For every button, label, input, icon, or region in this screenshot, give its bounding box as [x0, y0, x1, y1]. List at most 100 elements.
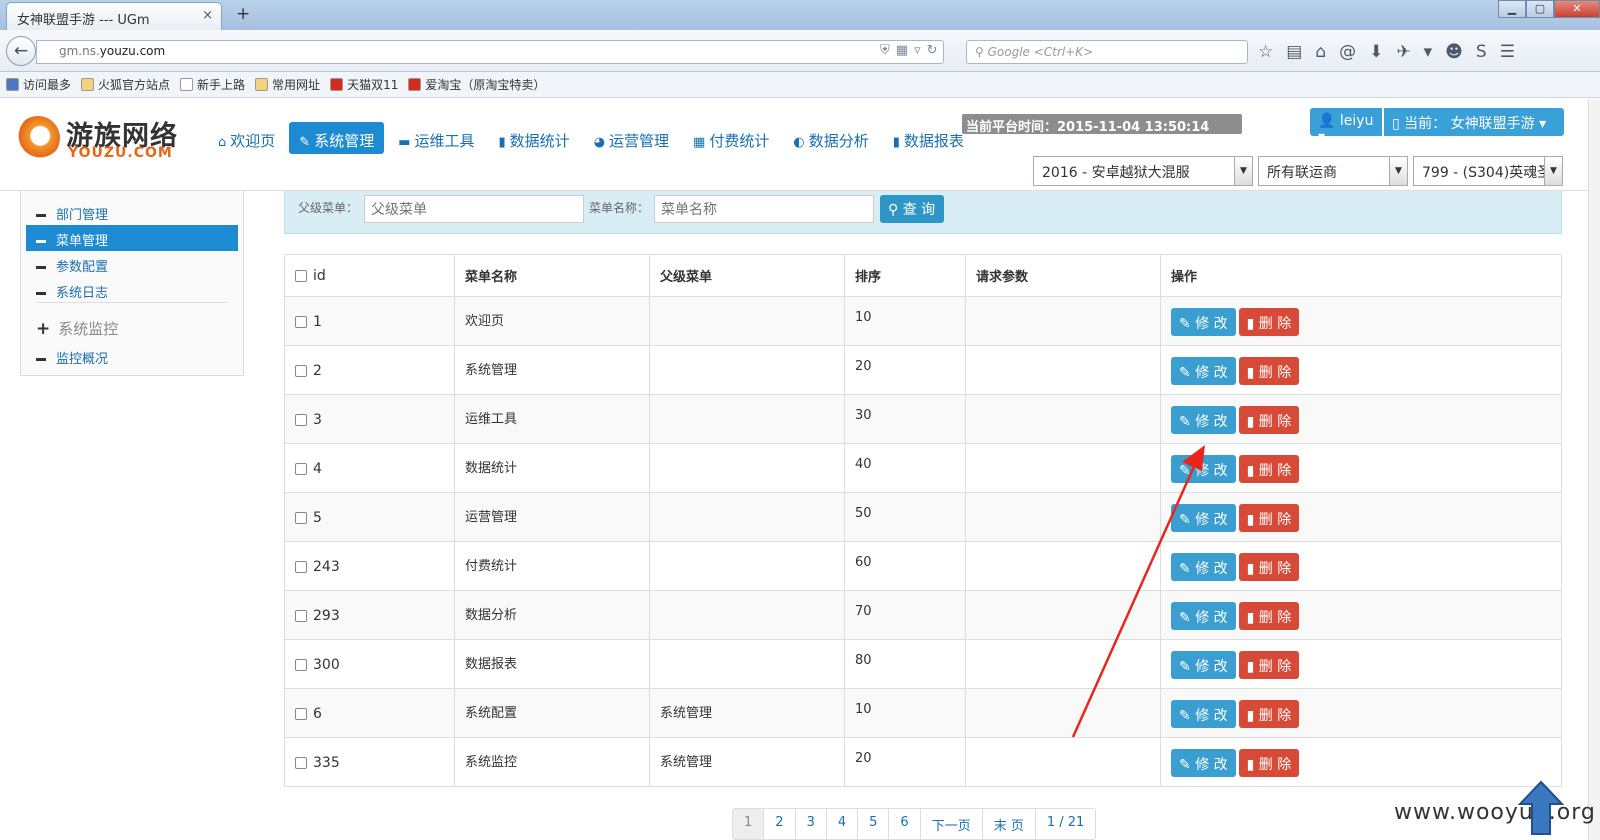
dropdown-icon[interactable]: ▾ — [1424, 42, 1433, 62]
sidebar-item-department[interactable]: 部门管理 — [26, 199, 238, 225]
row-checkbox[interactable] — [295, 463, 307, 475]
delete-button[interactable]: ▮ 删 除 — [1238, 749, 1300, 777]
nav-tab[interactable]: ▮ 数据统计 — [489, 122, 580, 154]
sidebar-item-monitor-overview[interactable]: 监控概况 — [26, 343, 238, 369]
delete-button[interactable]: ▮ 删 除 — [1238, 308, 1300, 336]
youzu-logo[interactable]: 游族网络 YOUZU.COM — [16, 114, 186, 161]
edit-button[interactable]: ✎ 修 改 — [1171, 455, 1236, 483]
row-checkbox[interactable] — [295, 316, 307, 328]
reading-list-icon[interactable]: ▤ — [1286, 42, 1302, 62]
row-checkbox[interactable] — [295, 610, 307, 622]
edit-button[interactable]: ✎ 修 改 — [1171, 357, 1236, 385]
at-sign-icon[interactable]: @ — [1339, 42, 1356, 62]
sidebar-item-params[interactable]: 参数配置 — [26, 251, 238, 277]
sidebar-item-syslog[interactable]: 系统日志 — [26, 277, 238, 303]
cell-order: 10 — [844, 688, 966, 738]
bookmark-item[interactable]: 访问最多 — [6, 78, 71, 92]
operator-select[interactable]: 所有联运商 ▼ — [1258, 156, 1408, 186]
search-input[interactable]: ⚲ Google <Ctrl+K> — [966, 40, 1248, 64]
delete-button[interactable]: ▮ 删 除 — [1238, 553, 1300, 581]
page-link[interactable]: 2 — [764, 809, 796, 839]
nav-tab[interactable]: ◕ 运营管理 — [584, 122, 679, 154]
platform-select[interactable]: 2016 - 安卓越狱大混服 ▼ — [1033, 156, 1253, 186]
row-checkbox[interactable] — [295, 414, 307, 426]
bookmark-item[interactable]: 火狐官方站点 — [81, 78, 171, 92]
row-checkbox[interactable] — [295, 757, 307, 769]
user-menu-button[interactable]: 👤 leiyu ▾ — [1310, 108, 1382, 145]
bookmark-star-icon[interactable]: ☆ — [1258, 42, 1273, 62]
chat-icon[interactable]: ☻ — [1445, 42, 1463, 62]
edit-button[interactable]: ✎ 修 改 — [1171, 308, 1236, 336]
edit-button[interactable]: ✎ 修 改 — [1171, 651, 1236, 679]
nav-tab[interactable]: ▦ 付费统计 — [683, 122, 779, 154]
qr-code-icon[interactable]: ▦ — [896, 43, 914, 58]
page-link[interactable]: 1 / 21 — [1036, 809, 1095, 839]
sync-icon[interactable]: S — [1476, 42, 1487, 62]
bookmark-label: 火狐官方站点 — [98, 78, 171, 92]
bookmark-item[interactable]: 天猫双11 — [330, 78, 398, 92]
page-link[interactable]: 末 页 — [983, 809, 1036, 839]
row-checkbox[interactable] — [295, 708, 307, 720]
browser-tab[interactable]: 女神联盟手游 --- UGm × — [6, 2, 222, 30]
minimize-icon[interactable]: ▁ — [1498, 0, 1526, 18]
dropdown-icon[interactable]: ▿ — [914, 43, 927, 58]
edit-button[interactable]: ✎ 修 改 — [1171, 602, 1236, 630]
vertical-scrollbar[interactable] — [1588, 99, 1600, 840]
home-icon[interactable]: ⌂ — [1315, 42, 1326, 62]
row-checkbox[interactable] — [295, 365, 307, 377]
edit-button[interactable]: ✎ 修 改 — [1171, 406, 1236, 434]
parent-menu-input[interactable] — [364, 195, 584, 223]
row-checkbox[interactable] — [295, 659, 307, 671]
query-button[interactable]: ⚲ 查 询 — [880, 195, 944, 223]
sidebar-group-monitor[interactable]: + 系统监控 — [36, 318, 118, 339]
edit-button[interactable]: ✎ 修 改 — [1171, 553, 1236, 581]
page-link[interactable]: 6 — [889, 809, 921, 839]
page-link[interactable]: 3 — [796, 809, 827, 839]
reload-icon[interactable]: ↻ — [927, 43, 944, 58]
user-icon: 👤 — [1318, 113, 1336, 129]
delete-button[interactable]: ▮ 删 除 — [1238, 651, 1300, 679]
menu-name-input[interactable] — [654, 195, 874, 223]
bookmark-item[interactable]: 常用网址 — [255, 78, 320, 92]
addon-icon[interactable]: ✈ — [1396, 42, 1410, 62]
edit-button[interactable]: ✎ 修 改 — [1171, 700, 1236, 728]
row-checkbox[interactable] — [295, 561, 307, 573]
row-checkbox[interactable] — [295, 512, 307, 524]
nav-tab[interactable]: ▬ 运维工具 — [388, 122, 484, 154]
edit-icon: ✎ — [1179, 757, 1196, 773]
delete-button[interactable]: ▮ 删 除 — [1238, 700, 1300, 728]
window-close-icon[interactable]: ✕ — [1554, 0, 1600, 18]
edit-button[interactable]: ✎ 修 改 — [1171, 504, 1236, 532]
delete-button[interactable]: ▮ 删 除 — [1238, 455, 1300, 483]
select-all-checkbox[interactable] — [295, 270, 307, 282]
bookmark-item[interactable]: 新手上路 — [180, 78, 245, 92]
delete-button[interactable]: ▮ 删 除 — [1238, 504, 1300, 532]
address-bar[interactable]: gm.ns.youzu.com — [36, 40, 944, 64]
menu-icon[interactable]: ☰ — [1500, 42, 1515, 62]
nav-tab[interactable]: ◐ 数据分析 — [783, 122, 878, 154]
nav-tab[interactable]: ▮ 数据报表 — [883, 122, 974, 154]
page-link[interactable]: 1 — [733, 809, 765, 839]
maximize-icon[interactable]: ▢ — [1526, 0, 1554, 18]
back-to-top-arrow-icon[interactable] — [1518, 780, 1564, 836]
nav-tab[interactable]: ⌂ 欢迎页 — [208, 122, 285, 154]
server-select[interactable]: 799 - (S304)英魂圣 ▼ — [1413, 156, 1563, 186]
back-arrow-icon[interactable]: ← — [6, 36, 36, 66]
cell-name: 系统监控 — [454, 737, 650, 787]
delete-button[interactable]: ▮ 删 除 — [1238, 602, 1300, 630]
col-parent-header: 父级菜单 — [649, 254, 845, 297]
page-link[interactable]: 下一页 — [921, 809, 983, 839]
sidebar-item-menu[interactable]: 菜单管理 — [26, 225, 238, 251]
edit-button[interactable]: ✎ 修 改 — [1171, 749, 1236, 777]
nav-tab[interactable]: ✎ 系统管理 — [289, 122, 385, 154]
close-tab-icon[interactable]: × — [202, 8, 213, 23]
current-game-button[interactable]: ▯ 当前： 女神联盟手游 ▾ — [1384, 108, 1564, 136]
delete-button[interactable]: ▮ 删 除 — [1238, 357, 1300, 385]
download-icon[interactable]: ⬇ — [1369, 42, 1383, 62]
minus-icon — [36, 358, 46, 361]
new-tab-button[interactable]: + — [236, 4, 250, 24]
page-link[interactable]: 4 — [827, 809, 859, 839]
delete-button[interactable]: ▮ 删 除 — [1238, 406, 1300, 434]
bookmark-item[interactable]: 爱淘宝（原淘宝特卖） — [408, 78, 545, 92]
page-link[interactable]: 5 — [858, 809, 890, 839]
